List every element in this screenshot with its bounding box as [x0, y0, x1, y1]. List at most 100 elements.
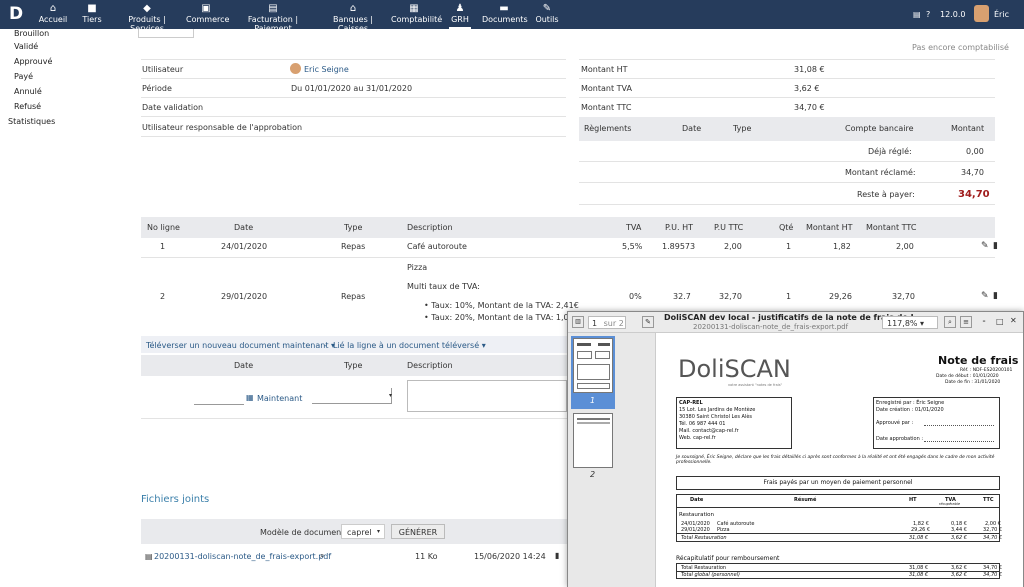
thumbnail-page-2[interactable]: [573, 413, 613, 468]
nav-produits[interactable]: ◆ Produits | Services: [114, 0, 180, 33]
company-box: CAP-REL 15 Lot. Les Jardins de Montèze 3…: [676, 397, 792, 449]
line2-tva: 0%: [629, 292, 642, 301]
line2-qte: 1: [786, 292, 792, 301]
briefcase-icon: ▣: [201, 3, 211, 14]
label-approbateur: Utilisateur responsable de l'approbation: [142, 123, 303, 132]
thumbnail-page-1-label: 1: [590, 396, 596, 405]
tab-remnant: [138, 29, 194, 38]
sidebar-toggle-icon[interactable]: ▥: [572, 316, 584, 328]
menu-statistiques[interactable]: Statistiques: [8, 117, 55, 126]
menu-refuse[interactable]: Refusé: [14, 102, 41, 111]
minimize-icon[interactable]: ⁃: [982, 317, 986, 326]
model-select[interactable]: caprel ▾: [341, 524, 385, 539]
value-montant-tva: 3,62 €: [794, 84, 820, 93]
dolibarr-logo[interactable]: D: [9, 4, 29, 24]
nav-commerce[interactable]: ▣ Commerce: [186, 0, 229, 29]
label-date-validation: Date validation: [142, 103, 204, 112]
line1-desc: Café autoroute: [407, 242, 467, 251]
file-link[interactable]: 20200131-doliscan-note_de_frais-export.p…: [154, 552, 331, 561]
line1-mht: 1,82: [833, 242, 851, 251]
menu-approuve[interactable]: Approuvé: [14, 57, 52, 66]
recap-heading: Récapitulatif pour remboursement: [676, 555, 780, 562]
line2-bullet-1: • Taux: 10%, Montant de la TVA: 2,41€: [424, 301, 579, 310]
page-input[interactable]: 1: [592, 319, 597, 328]
pdf-file-icon: ▤: [145, 552, 153, 561]
statement-text: Je soussigné, Éric Seigne, déclare que l…: [676, 455, 995, 465]
delete-icon[interactable]: ▮: [993, 241, 998, 251]
nav-facturation[interactable]: ▤ Facturation | Paiement: [233, 0, 313, 33]
calculator-icon: ▦: [409, 3, 419, 14]
cube-icon: ◆: [143, 3, 151, 14]
date-input[interactable]: [194, 404, 244, 405]
annotate-icon[interactable]: ✎: [642, 316, 654, 328]
thumbnail-page-2-label: 2: [590, 470, 596, 479]
edit-icon[interactable]: ✎: [981, 291, 989, 301]
th-reglements: Règlements: [584, 124, 632, 133]
wrench-icon: ✎: [542, 3, 552, 14]
label-utilisateur: Utilisateur: [142, 65, 184, 74]
line2-bullet-2: • Taux: 20%, Montant de la TVA: 1,03€: [424, 313, 579, 322]
label-montant-tva: Montant TVA: [581, 84, 632, 93]
reglements-header: [579, 117, 995, 141]
nav-accueil[interactable]: ⌂ Accueil: [38, 0, 68, 29]
generate-button[interactable]: GÉNÉRER: [391, 524, 445, 539]
preview-icon[interactable]: ⌕: [320, 551, 324, 561]
line2-desc: Pizza: [407, 263, 428, 272]
top-navbar: D ⌂ Accueil ■ Tiers ◆ Produits | Services ▣…: [0, 0, 1024, 33]
help-icon[interactable]: ?: [926, 0, 930, 29]
th-type: Type: [344, 223, 363, 232]
print-icon[interactable]: ▤: [913, 0, 921, 29]
close-icon[interactable]: ✕: [1010, 316, 1017, 325]
th-montant-ht: Montant HT: [806, 223, 853, 232]
folder-icon: ▬: [499, 3, 509, 14]
pdf-toolbar: ▥ 1 sur 2 ✎ DoliSCAN dev local - justifi…: [568, 312, 1023, 333]
calendar-icon[interactable]: ▦: [246, 393, 254, 402]
description-textarea[interactable]: [407, 380, 567, 412]
th-date: Date: [682, 124, 702, 133]
menu-valide[interactable]: Validé: [14, 42, 38, 51]
user-link[interactable]: Eric Seigne: [304, 65, 349, 74]
menu-icon[interactable]: ≡: [960, 316, 972, 328]
user-name[interactable]: Éric: [994, 0, 1009, 29]
nav-outils[interactable]: ✎ Outils: [535, 0, 559, 29]
line1-puttc: 2,00: [724, 242, 742, 251]
maximize-icon[interactable]: □: [996, 317, 1004, 326]
delete-icon[interactable]: ▮: [993, 291, 998, 301]
user-avatar[interactable]: [974, 5, 989, 22]
line2-mttc: 32,70: [892, 292, 915, 301]
thumbnail-page-1[interactable]: [573, 338, 613, 393]
th-montant: Montant: [951, 124, 985, 133]
nav-banques[interactable]: ⌂ Banques | Caisses: [320, 0, 386, 33]
label-montant-ht: Montant HT: [581, 65, 628, 74]
th-tva: TVA: [626, 223, 642, 232]
pdf-filename: 20200131-doliscan-note_de_frais-export.p…: [693, 323, 849, 331]
bank-icon: ⌂: [349, 3, 357, 14]
th-pu-ttc: P.U TTC: [714, 223, 744, 232]
line1-date: 24/01/2020: [221, 242, 268, 251]
line2-no: 2: [160, 292, 166, 301]
nav-documents[interactable]: ▬ Documents: [482, 0, 528, 29]
nav-grh[interactable]: ♟ GRH: [449, 0, 471, 29]
menu-annule[interactable]: Annulé: [14, 87, 42, 96]
th-no-ligne: No ligne: [147, 223, 180, 232]
select-arrow-icon: ▾: [376, 528, 380, 535]
nav-comptabilite[interactable]: ▦ Comptabilité: [391, 0, 442, 29]
nav-tiers[interactable]: ■ Tiers: [80, 0, 104, 29]
upload-new-document-link[interactable]: Téléverser un nouveau document maintenan…: [146, 341, 335, 350]
link-uploaded-document-link[interactable]: Lié la ligne à un document téléversé ▾: [333, 341, 486, 350]
search-icon[interactable]: ⌕: [944, 316, 956, 328]
invoice-icon: ▤: [268, 3, 278, 14]
left-menu: Brouillon Validé Approuvé Payé Annulé Re…: [0, 29, 125, 587]
menu-brouillon[interactable]: Brouillon: [14, 29, 49, 38]
note-de-frais-heading: Note de frais: [938, 354, 1019, 367]
zoom-select[interactable]: 117,8% ▾: [882, 316, 938, 329]
type-select[interactable]: [312, 388, 392, 404]
value-montant-reclame: 34,70: [961, 168, 984, 177]
th-date: Date: [234, 223, 254, 232]
line2-puttc: 32,70: [719, 292, 742, 301]
delete-file-icon[interactable]: ▮: [555, 551, 559, 560]
edit-icon[interactable]: ✎: [981, 241, 989, 251]
now-link[interactable]: Maintenant: [257, 394, 302, 403]
th-compte: Compte bancaire: [845, 124, 914, 133]
menu-paye[interactable]: Payé: [14, 72, 33, 81]
